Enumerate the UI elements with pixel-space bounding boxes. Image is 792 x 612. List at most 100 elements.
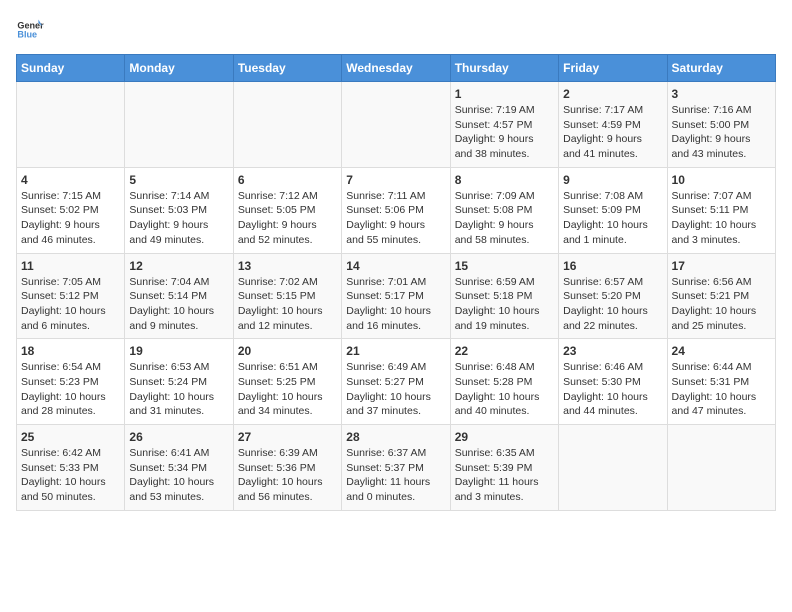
day-info: Sunrise: 6:41 AM Sunset: 5:34 PM Dayligh… [129,446,228,505]
day-number: 15 [455,259,554,273]
week-row-2: 4 Sunrise: 7:15 AM Sunset: 5:02 PM Daylig… [17,167,776,253]
logo: General Blue [16,16,46,44]
day-info: Sunrise: 7:17 AM Sunset: 4:59 PM Dayligh… [563,103,662,162]
day-info: Sunrise: 7:11 AM Sunset: 5:06 PM Dayligh… [346,189,445,248]
logo-icon: General Blue [16,16,44,44]
day-number: 1 [455,87,554,101]
day-info: Sunrise: 7:12 AM Sunset: 5:05 PM Dayligh… [238,189,337,248]
calendar-cell: 7 Sunrise: 7:11 AM Sunset: 5:06 PM Daylig… [342,167,450,253]
day-number: 4 [21,173,120,187]
calendar-cell: 17 Sunrise: 6:56 AM Sunset: 5:21 PM Dayli… [667,253,775,339]
weekday-header-friday: Friday [559,55,667,82]
day-info: Sunrise: 6:57 AM Sunset: 5:20 PM Dayligh… [563,275,662,334]
calendar-table: SundayMondayTuesdayWednesdayThursdayFrid… [16,54,776,511]
day-number: 27 [238,430,337,444]
day-info: Sunrise: 6:46 AM Sunset: 5:30 PM Dayligh… [563,360,662,419]
day-info: Sunrise: 6:39 AM Sunset: 5:36 PM Dayligh… [238,446,337,505]
week-row-1: 1 Sunrise: 7:19 AM Sunset: 4:57 PM Daylig… [17,82,776,168]
calendar-cell: 4 Sunrise: 7:15 AM Sunset: 5:02 PM Daylig… [17,167,125,253]
day-number: 10 [672,173,771,187]
day-number: 22 [455,344,554,358]
calendar-cell: 22 Sunrise: 6:48 AM Sunset: 5:28 PM Dayli… [450,339,558,425]
calendar-cell: 23 Sunrise: 6:46 AM Sunset: 5:30 PM Dayli… [559,339,667,425]
day-number: 9 [563,173,662,187]
calendar-cell: 14 Sunrise: 7:01 AM Sunset: 5:17 PM Dayli… [342,253,450,339]
weekday-header-monday: Monday [125,55,233,82]
day-number: 28 [346,430,445,444]
week-row-5: 25 Sunrise: 6:42 AM Sunset: 5:33 PM Dayli… [17,425,776,511]
calendar-cell: 3 Sunrise: 7:16 AM Sunset: 5:00 PM Daylig… [667,82,775,168]
calendar-cell [559,425,667,511]
day-number: 29 [455,430,554,444]
weekday-header-row: SundayMondayTuesdayWednesdayThursdayFrid… [17,55,776,82]
day-info: Sunrise: 7:05 AM Sunset: 5:12 PM Dayligh… [21,275,120,334]
weekday-header-thursday: Thursday [450,55,558,82]
calendar-cell: 2Sunrise: 7:17 AM Sunset: 4:59 PM Daylig… [559,82,667,168]
day-info: Sunrise: 7:16 AM Sunset: 5:00 PM Dayligh… [672,103,771,162]
calendar-cell: 1 Sunrise: 7:19 AM Sunset: 4:57 PM Daylig… [450,82,558,168]
calendar-cell: 29 Sunrise: 6:35 AM Sunset: 5:39 PM Dayli… [450,425,558,511]
day-info: Sunrise: 7:15 AM Sunset: 5:02 PM Dayligh… [21,189,120,248]
day-number: 8 [455,173,554,187]
calendar-cell: 16Sunrise: 6:57 AM Sunset: 5:20 PM Dayli… [559,253,667,339]
day-number: 14 [346,259,445,273]
day-info: Sunrise: 7:07 AM Sunset: 5:11 PM Dayligh… [672,189,771,248]
day-info: Sunrise: 7:08 AM Sunset: 5:09 PM Dayligh… [563,189,662,248]
day-number: 3 [672,87,771,101]
day-number: 6 [238,173,337,187]
calendar-cell: 21Sunrise: 6:49 AM Sunset: 5:27 PM Dayli… [342,339,450,425]
day-number: 19 [129,344,228,358]
calendar-cell: 9 Sunrise: 7:08 AM Sunset: 5:09 PM Daylig… [559,167,667,253]
weekday-header-tuesday: Tuesday [233,55,341,82]
day-info: Sunrise: 7:01 AM Sunset: 5:17 PM Dayligh… [346,275,445,334]
week-row-4: 18Sunrise: 6:54 AM Sunset: 5:23 PM Dayli… [17,339,776,425]
calendar-cell: 28 Sunrise: 6:37 AM Sunset: 5:37 PM Dayli… [342,425,450,511]
day-info: Sunrise: 6:56 AM Sunset: 5:21 PM Dayligh… [672,275,771,334]
day-info: Sunrise: 6:48 AM Sunset: 5:28 PM Dayligh… [455,360,554,419]
calendar-cell [342,82,450,168]
header: General Blue [16,16,776,44]
day-info: Sunrise: 7:19 AM Sunset: 4:57 PM Dayligh… [455,103,554,162]
day-info: Sunrise: 7:09 AM Sunset: 5:08 PM Dayligh… [455,189,554,248]
calendar-cell: 13 Sunrise: 7:02 AM Sunset: 5:15 PM Dayli… [233,253,341,339]
calendar-cell: 8 Sunrise: 7:09 AM Sunset: 5:08 PM Daylig… [450,167,558,253]
calendar-cell: 26 Sunrise: 6:41 AM Sunset: 5:34 PM Dayli… [125,425,233,511]
day-info: Sunrise: 6:54 AM Sunset: 5:23 PM Dayligh… [21,360,120,419]
day-info: Sunrise: 6:51 AM Sunset: 5:25 PM Dayligh… [238,360,337,419]
day-info: Sunrise: 6:35 AM Sunset: 5:39 PM Dayligh… [455,446,554,505]
calendar-cell: 20Sunrise: 6:51 AM Sunset: 5:25 PM Dayli… [233,339,341,425]
day-info: Sunrise: 6:42 AM Sunset: 5:33 PM Dayligh… [21,446,120,505]
calendar-cell: 15 Sunrise: 6:59 AM Sunset: 5:18 PM Dayli… [450,253,558,339]
calendar-cell: 10 Sunrise: 7:07 AM Sunset: 5:11 PM Dayli… [667,167,775,253]
calendar-cell [233,82,341,168]
day-info: Sunrise: 6:59 AM Sunset: 5:18 PM Dayligh… [455,275,554,334]
svg-text:Blue: Blue [17,30,37,40]
day-info: Sunrise: 7:02 AM Sunset: 5:15 PM Dayligh… [238,275,337,334]
calendar-cell [125,82,233,168]
calendar-cell [667,425,775,511]
weekday-header-sunday: Sunday [17,55,125,82]
calendar-cell: 12 Sunrise: 7:04 AM Sunset: 5:14 PM Dayli… [125,253,233,339]
calendar-cell: 6 Sunrise: 7:12 AM Sunset: 5:05 PM Daylig… [233,167,341,253]
calendar-cell: 11Sunrise: 7:05 AM Sunset: 5:12 PM Dayli… [17,253,125,339]
day-number: 13 [238,259,337,273]
day-number: 5 [129,173,228,187]
day-number: 25 [21,430,120,444]
day-info: Sunrise: 7:14 AM Sunset: 5:03 PM Dayligh… [129,189,228,248]
day-number: 26 [129,430,228,444]
day-number: 12 [129,259,228,273]
calendar-cell: 19Sunrise: 6:53 AM Sunset: 5:24 PM Dayli… [125,339,233,425]
day-info: Sunrise: 7:04 AM Sunset: 5:14 PM Dayligh… [129,275,228,334]
calendar-cell: 18Sunrise: 6:54 AM Sunset: 5:23 PM Dayli… [17,339,125,425]
calendar-cell: 5 Sunrise: 7:14 AM Sunset: 5:03 PM Daylig… [125,167,233,253]
day-info: Sunrise: 6:37 AM Sunset: 5:37 PM Dayligh… [346,446,445,505]
day-info: Sunrise: 6:44 AM Sunset: 5:31 PM Dayligh… [672,360,771,419]
weekday-header-wednesday: Wednesday [342,55,450,82]
day-number: 7 [346,173,445,187]
day-number: 23 [563,344,662,358]
day-number: 17 [672,259,771,273]
calendar-cell [17,82,125,168]
calendar-cell: 24Sunrise: 6:44 AM Sunset: 5:31 PM Dayli… [667,339,775,425]
day-info: Sunrise: 6:49 AM Sunset: 5:27 PM Dayligh… [346,360,445,419]
week-row-3: 11Sunrise: 7:05 AM Sunset: 5:12 PM Dayli… [17,253,776,339]
